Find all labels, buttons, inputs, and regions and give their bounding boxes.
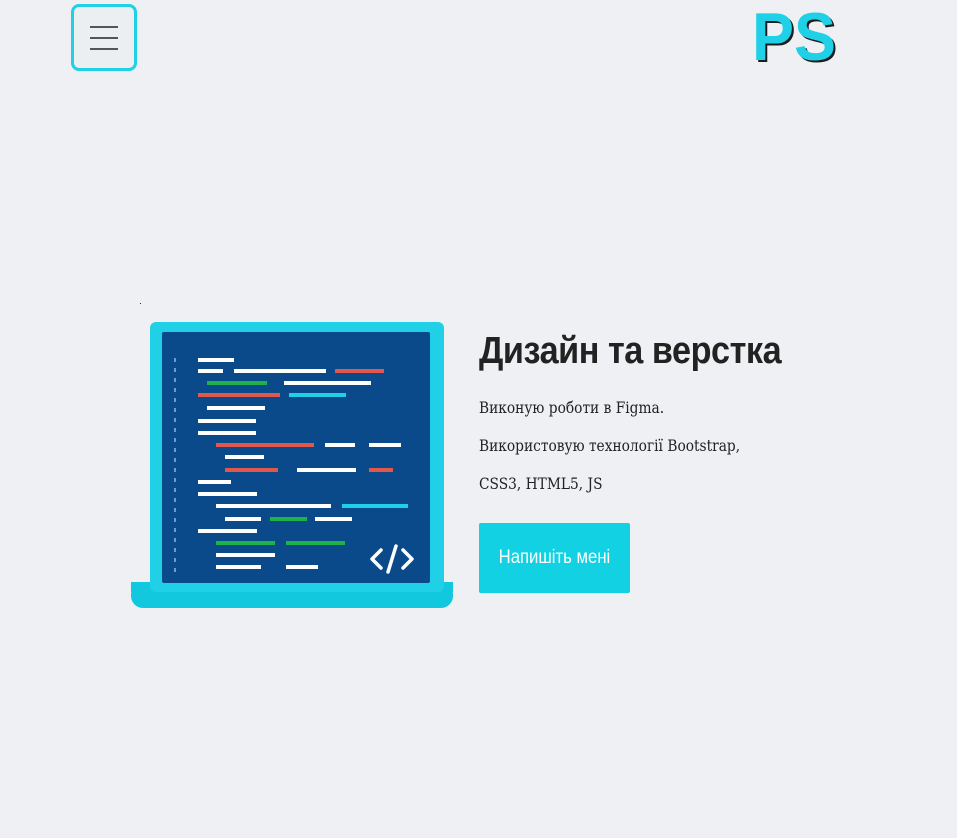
contact-button[interactable]: Напишіть мені <box>479 523 630 593</box>
description-line: Використовую технології Bootstrap, <box>479 436 741 455</box>
hero-description: Виконую роботи в Figma. Використовую тех… <box>479 389 919 503</box>
description-line: CSS3, HTML5, JS <box>479 474 603 493</box>
logo-text-front: PS <box>752 0 836 72</box>
laptop-code-icon <box>131 322 453 608</box>
logo[interactable]: PS PS <box>748 0 840 72</box>
hero-content: Дизайн та верстка Виконую роботи в Figma… <box>479 325 919 593</box>
page: PS PS Дизайн та верстка Виконую роботи в… <box>0 0 957 838</box>
stray-dot <box>140 303 141 304</box>
page-title: Дизайн та верстка <box>479 330 782 372</box>
hamburger-icon <box>90 25 118 50</box>
contact-button-label: Напишіть мені <box>498 547 611 568</box>
menu-toggle-button[interactable] <box>71 4 137 71</box>
description-line: Виконую роботи в Figma. <box>479 398 665 417</box>
